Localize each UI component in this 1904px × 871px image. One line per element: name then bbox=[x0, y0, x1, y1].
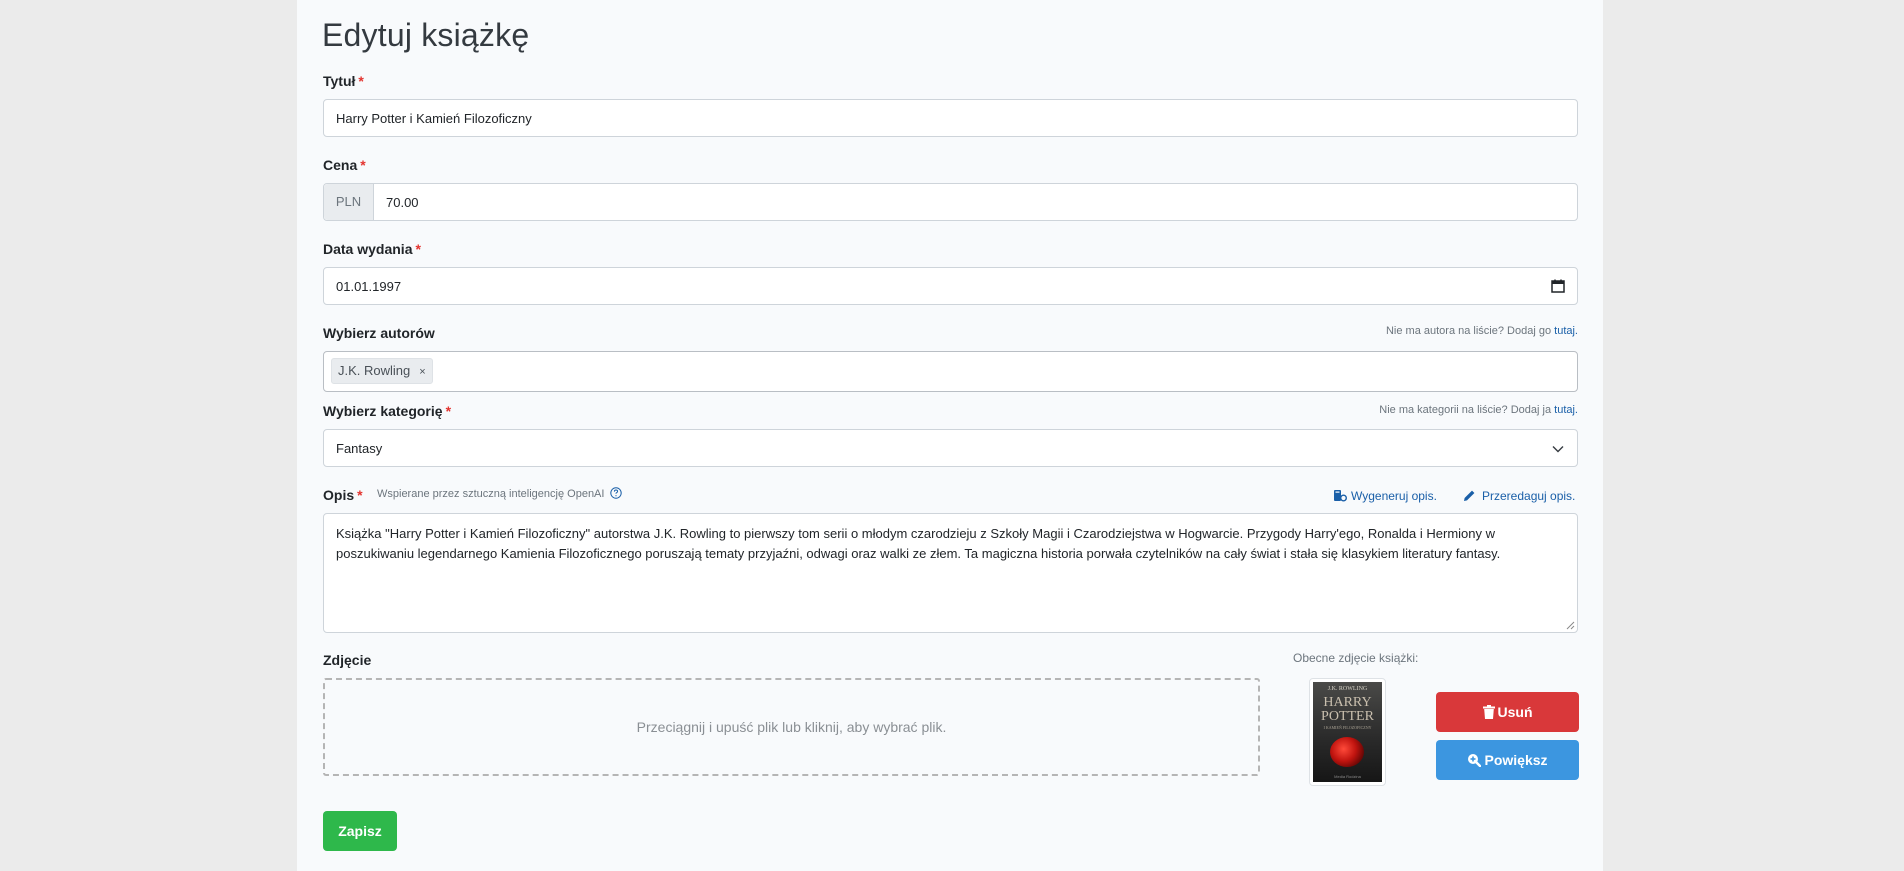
calendar-icon[interactable] bbox=[1551, 279, 1565, 293]
required-mark: * bbox=[445, 403, 452, 419]
ai-support-note: Wspierane przez sztuczną inteligencję Op… bbox=[377, 487, 622, 500]
required-mark: * bbox=[415, 241, 421, 257]
book-cover-image: J.K. ROWLING HARRY POTTER I KAMIEŃ FILOZ… bbox=[1313, 682, 1382, 782]
category-select[interactable]: Fantasy bbox=[323, 429, 1578, 467]
delete-photo-button[interactable]: Usuń bbox=[1436, 692, 1579, 732]
author-tag-label: J.K. Rowling bbox=[338, 363, 411, 378]
description-text: Książka "Harry Potter i Kamień Filozofic… bbox=[336, 526, 1501, 561]
title-label: Tytuł * bbox=[323, 73, 364, 89]
date-label: Data wydania * bbox=[323, 241, 421, 257]
zoom-photo-label: Powiększ bbox=[1484, 752, 1548, 768]
authors-hint-text: Nie ma autora na liście? Dodaj go bbox=[1385, 325, 1552, 337]
question-circle-icon[interactable] bbox=[609, 487, 622, 499]
photo-label: Zdjęcie bbox=[323, 652, 372, 668]
date-input-value: 01.01.1997 bbox=[336, 279, 402, 294]
authors-select[interactable]: J.K. Rowling × bbox=[323, 351, 1578, 392]
delete-photo-label: Usuń bbox=[1497, 704, 1533, 720]
generate-description-button[interactable]: Wygeneruj opis. bbox=[1333, 489, 1437, 503]
price-label-text: Cena bbox=[323, 157, 358, 173]
category-select-value: Fantasy bbox=[336, 441, 383, 456]
current-photo-label: Obecne zdjęcie książki: bbox=[1293, 651, 1419, 665]
zoom-photo-button[interactable]: Powiększ bbox=[1436, 740, 1579, 780]
authors-label: Wybierz autorów bbox=[323, 325, 435, 341]
currency-prefix: PLN bbox=[324, 184, 374, 220]
remove-author-icon[interactable]: × bbox=[419, 366, 425, 378]
resize-grip-icon[interactable] bbox=[1566, 621, 1575, 630]
date-input[interactable]: 01.01.1997 bbox=[323, 267, 1578, 305]
ai-support-text: Wspierane przez sztuczną inteligencję Op… bbox=[377, 488, 605, 500]
title-input[interactable]: Harry Potter i Kamień Filozoficzny bbox=[323, 99, 1578, 137]
cover-subtitle: I KAMIEŃ FILOZOFICZNY bbox=[1323, 725, 1372, 730]
description-label: Opis * bbox=[323, 487, 363, 503]
cover-stone-art bbox=[1330, 737, 1364, 767]
category-label: Wybierz kategorię * bbox=[323, 403, 451, 419]
cover-author: J.K. ROWLING bbox=[1327, 686, 1368, 692]
title-label-text: Tytuł bbox=[323, 73, 356, 89]
title-input-value: Harry Potter i Kamień Filozoficzny bbox=[336, 111, 532, 126]
cover-title-line2: POTTER bbox=[1321, 709, 1374, 724]
magic-icon bbox=[1334, 490, 1347, 502]
authors-hint: Nie ma autora na liście? Dodaj go tutaj. bbox=[1386, 325, 1578, 337]
trash-icon bbox=[1482, 705, 1495, 719]
price-label: Cena * bbox=[323, 157, 366, 173]
current-book-cover[interactable]: J.K. ROWLING HARRY POTTER I KAMIEŃ FILOZ… bbox=[1309, 678, 1386, 786]
description-label-text: Opis bbox=[323, 487, 355, 503]
description-textarea[interactable]: Książka "Harry Potter i Kamień Filozofic… bbox=[323, 513, 1578, 633]
chevron-down-icon bbox=[1552, 446, 1564, 453]
cover-publisher: Media Rodzina bbox=[1334, 774, 1361, 779]
rewrite-description-label: Przeredaguj opis. bbox=[1482, 489, 1576, 503]
generate-description-label: Wygeneruj opis. bbox=[1351, 489, 1437, 503]
add-author-link[interactable]: tutaj. bbox=[1554, 325, 1578, 337]
photo-dropzone[interactable]: Przeciągnij i upuść plik lub kliknij, ab… bbox=[323, 678, 1260, 776]
required-mark: * bbox=[357, 487, 363, 503]
category-label-text: Wybierz kategorię bbox=[323, 403, 443, 419]
zoom-in-icon bbox=[1468, 754, 1482, 768]
add-category-link[interactable]: tutaj. bbox=[1554, 404, 1578, 416]
date-label-text: Data wydania bbox=[323, 241, 413, 257]
category-hint-text: Nie ma kategorii na liście? Dodaj ja bbox=[1379, 404, 1552, 416]
category-hint: Nie ma kategorii na liście? Dodaj ja tut… bbox=[1379, 404, 1578, 416]
author-tag: J.K. Rowling × bbox=[331, 358, 433, 384]
page-title: Edytuj książkę bbox=[322, 17, 530, 53]
price-input-value: 70.00 bbox=[386, 195, 419, 210]
required-mark: * bbox=[360, 157, 366, 173]
save-button[interactable]: Zapisz bbox=[323, 811, 397, 851]
pencil-icon bbox=[1464, 490, 1475, 501]
price-input-group[interactable]: PLN 70.00 bbox=[323, 183, 1578, 221]
rewrite-description-button[interactable]: Przeredaguj opis. bbox=[1463, 489, 1575, 503]
required-mark: * bbox=[358, 73, 364, 89]
